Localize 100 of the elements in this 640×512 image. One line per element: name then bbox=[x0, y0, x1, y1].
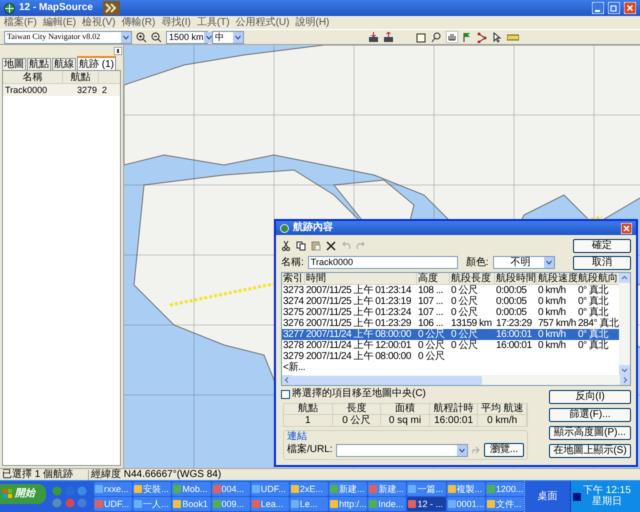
column-header[interactable]: 時間 bbox=[305, 273, 417, 284]
table-cell-text: 16:00:01 bbox=[495, 340, 533, 350]
table-cell: 3278 bbox=[282, 340, 305, 350]
color-dropdown[interactable]: 不明 bbox=[492, 256, 555, 269]
table-cell-text: 0 公尺 bbox=[417, 330, 446, 340]
taskbar-button[interactable]: 0001... bbox=[446, 497, 485, 511]
table-cell-text: 0 km/h bbox=[537, 340, 567, 350]
table-cell-text: 0 km/h bbox=[537, 308, 567, 318]
table-cell-text: 0 公尺 bbox=[450, 330, 479, 340]
column-header[interactable]: 索引 bbox=[282, 273, 305, 284]
table-cell-text: 0:00:05 bbox=[495, 296, 528, 306]
column-header[interactable]: 名稱 bbox=[3, 71, 63, 83]
table-cell: 284° 真北 bbox=[577, 318, 619, 328]
detail-dropdown[interactable]: 中 bbox=[212, 30, 244, 44]
table-cell-text: 0 km/h bbox=[537, 286, 567, 296]
taskbar-button[interactable]: Book1 bbox=[172, 497, 211, 511]
clock-day: 星期日 bbox=[592, 497, 622, 507]
button[interactable]: 取消 bbox=[573, 256, 631, 270]
button[interactable]: 瀏覽... bbox=[484, 443, 524, 457]
taskbar-button[interactable]: 一人... bbox=[133, 497, 172, 511]
map-product-dropdown[interactable]: Taiwan City Navigator v8.02 bbox=[4, 30, 132, 44]
field-label: 名稱: bbox=[281, 258, 304, 268]
dialog-title: 航跡內容 bbox=[293, 223, 334, 233]
taskbar-button[interactable]: UDF... bbox=[250, 482, 289, 496]
taskbar-button[interactable]: Lea... bbox=[250, 497, 289, 511]
table-cell-text: 108 ... bbox=[417, 286, 444, 296]
table-cell-text: Track0000 bbox=[4, 84, 48, 96]
taskbar-button[interactable]: Inde... bbox=[368, 497, 406, 511]
table-cell: 0 公尺 bbox=[332, 415, 382, 426]
column-header[interactable]: 航點 bbox=[63, 71, 99, 83]
button[interactable]: 顯示高度圖(P)... bbox=[549, 426, 631, 440]
table-row[interactable]: 3277 2007/11/24 上午 08:00:00 0 公尺 0 公尺 16:00:01 0 km/h 0° 真北 bbox=[282, 329, 619, 340]
table-row[interactable]: 3273 2007/11/25 上午 01:23:14 108 ... 0 公尺 0:00:05 0 km/h 0° 真北 bbox=[282, 285, 619, 296]
table-row[interactable]: 3278 2007/11/24 上午 12:00:01 0 公尺 0 公尺 16:00:01 0 km/h 0° 真北 bbox=[282, 340, 619, 351]
taskbar-button[interactable]: 一篇... bbox=[407, 482, 446, 496]
table-cell-text: 107 ... bbox=[417, 296, 444, 306]
list-row[interactable]: Track0000 3279 2 bbox=[3, 84, 120, 96]
taskbar-button[interactable]: Le... bbox=[290, 497, 328, 511]
taskbar-button[interactable]: 新建... bbox=[329, 482, 368, 496]
taskbar-button[interactable]: rxxe... bbox=[94, 482, 132, 496]
table-cell-text: 0 公尺 bbox=[450, 286, 479, 296]
taskbar-button[interactable]: UDF... bbox=[94, 497, 132, 511]
menu-item[interactable]: 檔案(F) bbox=[4, 18, 37, 28]
table-cell-text: 2007/11/25 上午 01:23:24 bbox=[305, 308, 412, 318]
menu-item[interactable]: 編輯(E) bbox=[42, 18, 76, 28]
start-button[interactable]: 開始 bbox=[0, 484, 46, 504]
taskbar-button[interactable]: 12 - ... bbox=[407, 497, 446, 511]
table-cell: 1 bbox=[284, 415, 333, 426]
tab[interactable]: 地圖 bbox=[2, 58, 26, 70]
taskbar-button[interactable]: 009... bbox=[212, 497, 250, 511]
status-text: 已選擇 1 個航跡 bbox=[1, 470, 74, 480]
table-cell-text: 0 km/h bbox=[537, 330, 567, 340]
table-cell-text: 0° 真北 bbox=[577, 296, 610, 306]
taskbar-button[interactable]: 004... bbox=[212, 482, 250, 496]
button[interactable]: 反向(I) bbox=[549, 390, 631, 404]
table-cell: 3275 bbox=[282, 308, 305, 318]
clock-time: 下午 12:15 bbox=[583, 486, 631, 496]
table-row[interactable]: 3276 2007/11/25 上午 01:23:29 106 ... 13159 km 17:23:29 757 km/h 284° 真北 bbox=[282, 318, 619, 329]
tab[interactable]: 航線 bbox=[52, 58, 76, 70]
taskbar-button[interactable]: 複製... bbox=[446, 482, 485, 496]
taskbar-button[interactable]: 1200... bbox=[486, 482, 524, 496]
checkbox-label[interactable]: 將選擇的項目移至地圖中央(C) bbox=[292, 389, 426, 399]
field-label: 檔案/URL: bbox=[287, 445, 333, 455]
button[interactable]: 確定 bbox=[573, 238, 631, 252]
table-row[interactable]: 3275 2007/11/25 上午 01:23:24 107 ... 0 公尺 0:00:05 0 km/h 0° 真北 bbox=[282, 307, 619, 318]
menu-item[interactable]: 說明(H) bbox=[295, 18, 330, 28]
taskbar-button[interactable]: 文件... bbox=[486, 497, 524, 511]
table-cell: 3279 bbox=[282, 352, 305, 362]
table-cell: 16:00:01 bbox=[430, 415, 478, 426]
table-cell-text: 2007/11/25 上午 01:23:29 bbox=[305, 318, 412, 328]
taskbar-button[interactable]: 安裝... bbox=[133, 482, 172, 496]
table-row[interactable]: <新... bbox=[282, 362, 619, 373]
table-cell-text: 16:00:01 bbox=[495, 330, 533, 340]
button[interactable]: 在地圖上顯示(S) bbox=[549, 444, 631, 458]
tab[interactable]: 航跡 (1) bbox=[77, 56, 116, 70]
name-field[interactable]: Track0000 bbox=[308, 256, 458, 269]
menu-item[interactable]: 工具(T) bbox=[196, 18, 230, 28]
table-cell-text: 0° 真北 bbox=[577, 286, 610, 296]
menu-item[interactable]: 尋找(I) bbox=[161, 18, 191, 28]
table-cell-text: 2007/11/24 上午 08:00:00 bbox=[305, 352, 412, 362]
menu-item[interactable]: 檢視(V) bbox=[82, 18, 116, 28]
table-cell-text: 2007/11/25 上午 01:23:19 bbox=[305, 296, 412, 306]
menu-item[interactable]: 公用程式(U) bbox=[236, 18, 290, 28]
table-cell-text: 107 ... bbox=[417, 308, 444, 318]
taskbar-button[interactable]: 2xE... bbox=[290, 482, 328, 496]
column-header: 長度 bbox=[332, 404, 382, 415]
column-header: 面積 bbox=[381, 404, 430, 415]
desk-band[interactable]: 桌面 bbox=[538, 492, 558, 502]
menu-item[interactable]: 傳輸(R) bbox=[121, 18, 156, 28]
taskbar-button[interactable]: Mob... bbox=[172, 482, 211, 496]
button[interactable]: 篩選(F)... bbox=[549, 408, 631, 422]
taskbar-button[interactable]: 新建... bbox=[368, 482, 406, 496]
tab[interactable]: 航點 bbox=[27, 58, 51, 70]
table-cell-text: 13159 km bbox=[450, 318, 493, 328]
table-row[interactable]: 3279 2007/11/24 上午 08:00:00 0 公尺 bbox=[282, 351, 619, 362]
table-cell-text: 17:23:29 bbox=[495, 318, 533, 328]
column-header: 航程計時 bbox=[430, 404, 478, 415]
table-row[interactable]: 3274 2007/11/25 上午 01:23:19 107 ... 0 公尺 0:00:05 0 km/h 0° 真北 bbox=[282, 296, 619, 307]
table-cell-text: 2 bbox=[100, 84, 108, 96]
taskbar-button[interactable]: http:/... bbox=[329, 497, 368, 511]
